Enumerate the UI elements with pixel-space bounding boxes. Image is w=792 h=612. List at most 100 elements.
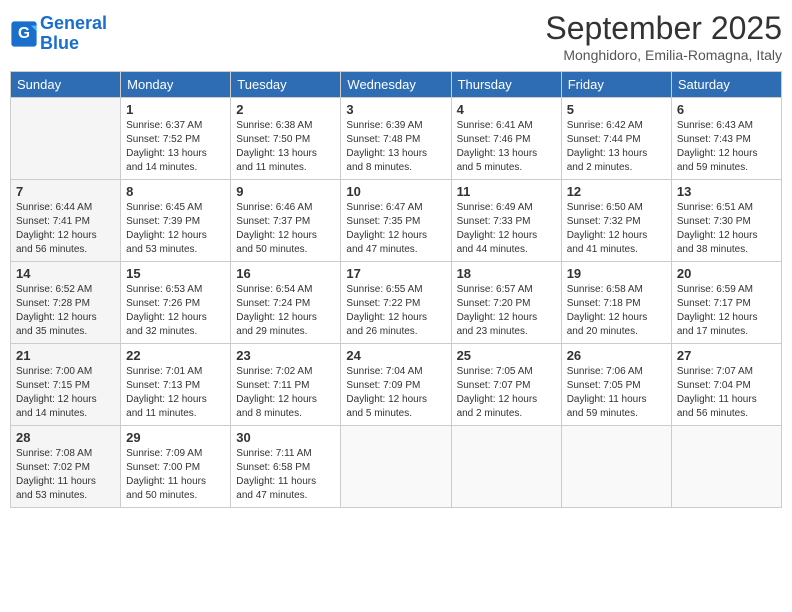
logo: G General Blue bbox=[10, 14, 107, 54]
calendar-cell: 30 Sunrise: 7:11 AMSunset: 6:58 PMDayligh… bbox=[231, 426, 341, 508]
location: Monghidoro, Emilia-Romagna, Italy bbox=[545, 47, 782, 63]
day-number: 28 bbox=[16, 430, 115, 445]
cell-content: Sunrise: 7:01 AMSunset: 7:13 PMDaylight:… bbox=[126, 365, 225, 421]
week-row-5: 28 Sunrise: 7:08 AMSunset: 7:02 PMDayligh… bbox=[11, 426, 782, 508]
calendar-cell: 19 Sunrise: 6:58 AMSunset: 7:18 PMDayligh… bbox=[561, 262, 671, 344]
cell-content: Sunrise: 7:02 AMSunset: 7:11 PMDaylight:… bbox=[236, 365, 335, 421]
day-number: 11 bbox=[457, 184, 556, 199]
calendar-cell: 18 Sunrise: 6:57 AMSunset: 7:20 PMDayligh… bbox=[451, 262, 561, 344]
day-number: 14 bbox=[16, 266, 115, 281]
calendar-cell: 22 Sunrise: 7:01 AMSunset: 7:13 PMDayligh… bbox=[121, 344, 231, 426]
calendar-cell: 20 Sunrise: 6:59 AMSunset: 7:17 PMDayligh… bbox=[671, 262, 781, 344]
cell-content: Sunrise: 6:46 AMSunset: 7:37 PMDaylight:… bbox=[236, 201, 335, 257]
calendar-cell: 23Sunrise: 7:02 AMSunset: 7:11 PMDayligh… bbox=[231, 344, 341, 426]
cell-content: Sunrise: 6:55 AMSunset: 7:22 PMDaylight:… bbox=[346, 283, 445, 339]
day-number: 21 bbox=[16, 348, 115, 363]
day-number: 5 bbox=[567, 102, 666, 117]
cell-content: Sunrise: 6:38 AMSunset: 7:50 PMDaylight:… bbox=[236, 119, 335, 175]
day-number: 18 bbox=[457, 266, 556, 281]
calendar-cell: 15 Sunrise: 6:53 AMSunset: 7:26 PMDayligh… bbox=[121, 262, 231, 344]
calendar-cell: 25 Sunrise: 7:05 AMSunset: 7:07 PMDayligh… bbox=[451, 344, 561, 426]
calendar-cell: 17 Sunrise: 6:55 AMSunset: 7:22 PMDayligh… bbox=[341, 262, 451, 344]
day-number: 27 bbox=[677, 348, 776, 363]
day-number: 29 bbox=[126, 430, 225, 445]
calendar-body: 1Sunrise: 6:37 AMSunset: 7:52 PMDaylight… bbox=[11, 98, 782, 508]
month-title: September 2025 bbox=[545, 10, 782, 47]
day-number: 16 bbox=[236, 266, 335, 281]
calendar-cell: 10 Sunrise: 6:47 AMSunset: 7:35 PMDayligh… bbox=[341, 180, 451, 262]
day-header-friday: Friday bbox=[561, 72, 671, 98]
week-row-2: 7 Sunrise: 6:44 AMSunset: 7:41 PMDaylight… bbox=[11, 180, 782, 262]
cell-content: Sunrise: 6:41 AMSunset: 7:46 PMDaylight:… bbox=[457, 119, 556, 175]
day-number: 9 bbox=[236, 184, 335, 199]
cell-content: Sunrise: 7:08 AMSunset: 7:02 PMDaylight:… bbox=[16, 447, 115, 503]
calendar-cell bbox=[451, 426, 561, 508]
day-number: 24 bbox=[346, 348, 445, 363]
day-number: 10 bbox=[346, 184, 445, 199]
day-number: 7 bbox=[16, 184, 115, 199]
day-number: 13 bbox=[677, 184, 776, 199]
cell-content: Sunrise: 7:05 AMSunset: 7:07 PMDaylight:… bbox=[457, 365, 556, 421]
day-header-tuesday: Tuesday bbox=[231, 72, 341, 98]
cell-content: Sunrise: 6:42 AMSunset: 7:44 PMDaylight:… bbox=[567, 119, 666, 175]
calendar-cell: 24 Sunrise: 7:04 AMSunset: 7:09 PMDayligh… bbox=[341, 344, 451, 426]
cell-content: Sunrise: 6:53 AMSunset: 7:26 PMDaylight:… bbox=[126, 283, 225, 339]
cell-content: Sunrise: 7:11 AMSunset: 6:58 PMDaylight:… bbox=[236, 447, 335, 503]
week-row-3: 14 Sunrise: 6:52 AMSunset: 7:28 PMDayligh… bbox=[11, 262, 782, 344]
calendar-cell bbox=[341, 426, 451, 508]
day-number: 20 bbox=[677, 266, 776, 281]
cell-content: Sunrise: 6:50 AMSunset: 7:32 PMDaylight:… bbox=[567, 201, 666, 257]
calendar-cell: 27 Sunrise: 7:07 AMSunset: 7:04 PMDayligh… bbox=[671, 344, 781, 426]
calendar-cell: 21 Sunrise: 7:00 AMSunset: 7:15 PMDayligh… bbox=[11, 344, 121, 426]
cell-content: Sunrise: 6:54 AMSunset: 7:24 PMDaylight:… bbox=[236, 283, 335, 339]
cell-content: Sunrise: 6:59 AMSunset: 7:17 PMDaylight:… bbox=[677, 283, 776, 339]
day-header-monday: Monday bbox=[121, 72, 231, 98]
logo-text: General Blue bbox=[40, 14, 107, 54]
cell-content: Sunrise: 6:58 AMSunset: 7:18 PMDaylight:… bbox=[567, 283, 666, 339]
calendar-cell: 11Sunrise: 6:49 AMSunset: 7:33 PMDayligh… bbox=[451, 180, 561, 262]
calendar-cell: 4Sunrise: 6:41 AMSunset: 7:46 PMDaylight… bbox=[451, 98, 561, 180]
cell-content: Sunrise: 6:47 AMSunset: 7:35 PMDaylight:… bbox=[346, 201, 445, 257]
cell-content: Sunrise: 6:44 AMSunset: 7:41 PMDaylight:… bbox=[16, 201, 115, 257]
day-number: 17 bbox=[346, 266, 445, 281]
calendar-cell: 29 Sunrise: 7:09 AMSunset: 7:00 PMDayligh… bbox=[121, 426, 231, 508]
cell-content: Sunrise: 6:45 AMSunset: 7:39 PMDaylight:… bbox=[126, 201, 225, 257]
day-number: 26 bbox=[567, 348, 666, 363]
cell-content: Sunrise: 6:51 AMSunset: 7:30 PMDaylight:… bbox=[677, 201, 776, 257]
calendar-cell: 5 Sunrise: 6:42 AMSunset: 7:44 PMDaylight… bbox=[561, 98, 671, 180]
day-number: 8 bbox=[126, 184, 225, 199]
day-number: 3 bbox=[346, 102, 445, 117]
week-row-1: 1Sunrise: 6:37 AMSunset: 7:52 PMDaylight… bbox=[11, 98, 782, 180]
day-number: 30 bbox=[236, 430, 335, 445]
calendar-cell: 16 Sunrise: 6:54 AMSunset: 7:24 PMDayligh… bbox=[231, 262, 341, 344]
cell-content: Sunrise: 7:06 AMSunset: 7:05 PMDaylight:… bbox=[567, 365, 666, 421]
calendar-cell: 2 Sunrise: 6:38 AMSunset: 7:50 PMDaylight… bbox=[231, 98, 341, 180]
calendar-cell bbox=[561, 426, 671, 508]
calendar-cell: 3 Sunrise: 6:39 AMSunset: 7:48 PMDaylight… bbox=[341, 98, 451, 180]
calendar-cell: 28 Sunrise: 7:08 AMSunset: 7:02 PMDayligh… bbox=[11, 426, 121, 508]
cell-content: Sunrise: 6:57 AMSunset: 7:20 PMDaylight:… bbox=[457, 283, 556, 339]
day-number: 15 bbox=[126, 266, 225, 281]
day-header-saturday: Saturday bbox=[671, 72, 781, 98]
calendar-cell: 13 Sunrise: 6:51 AMSunset: 7:30 PMDayligh… bbox=[671, 180, 781, 262]
day-number: 25 bbox=[457, 348, 556, 363]
logo-icon: G bbox=[10, 20, 38, 48]
day-number: 12 bbox=[567, 184, 666, 199]
day-number: 22 bbox=[126, 348, 225, 363]
calendar-cell bbox=[11, 98, 121, 180]
cell-content: Sunrise: 6:39 AMSunset: 7:48 PMDaylight:… bbox=[346, 119, 445, 175]
day-number: 2 bbox=[236, 102, 335, 117]
days-header-row: SundayMondayTuesdayWednesdayThursdayFrid… bbox=[11, 72, 782, 98]
cell-content: Sunrise: 7:00 AMSunset: 7:15 PMDaylight:… bbox=[16, 365, 115, 421]
cell-content: Sunrise: 7:09 AMSunset: 7:00 PMDaylight:… bbox=[126, 447, 225, 503]
day-header-sunday: Sunday bbox=[11, 72, 121, 98]
day-number: 19 bbox=[567, 266, 666, 281]
cell-content: Sunrise: 6:52 AMSunset: 7:28 PMDaylight:… bbox=[16, 283, 115, 339]
calendar-table: SundayMondayTuesdayWednesdayThursdayFrid… bbox=[10, 71, 782, 508]
day-number: 1 bbox=[126, 102, 225, 117]
cell-content: Sunrise: 7:04 AMSunset: 7:09 PMDaylight:… bbox=[346, 365, 445, 421]
calendar-cell: 1Sunrise: 6:37 AMSunset: 7:52 PMDaylight… bbox=[121, 98, 231, 180]
day-header-thursday: Thursday bbox=[451, 72, 561, 98]
cell-content: Sunrise: 7:07 AMSunset: 7:04 PMDaylight:… bbox=[677, 365, 776, 421]
cell-content: Sunrise: 6:43 AMSunset: 7:43 PMDaylight:… bbox=[677, 119, 776, 175]
